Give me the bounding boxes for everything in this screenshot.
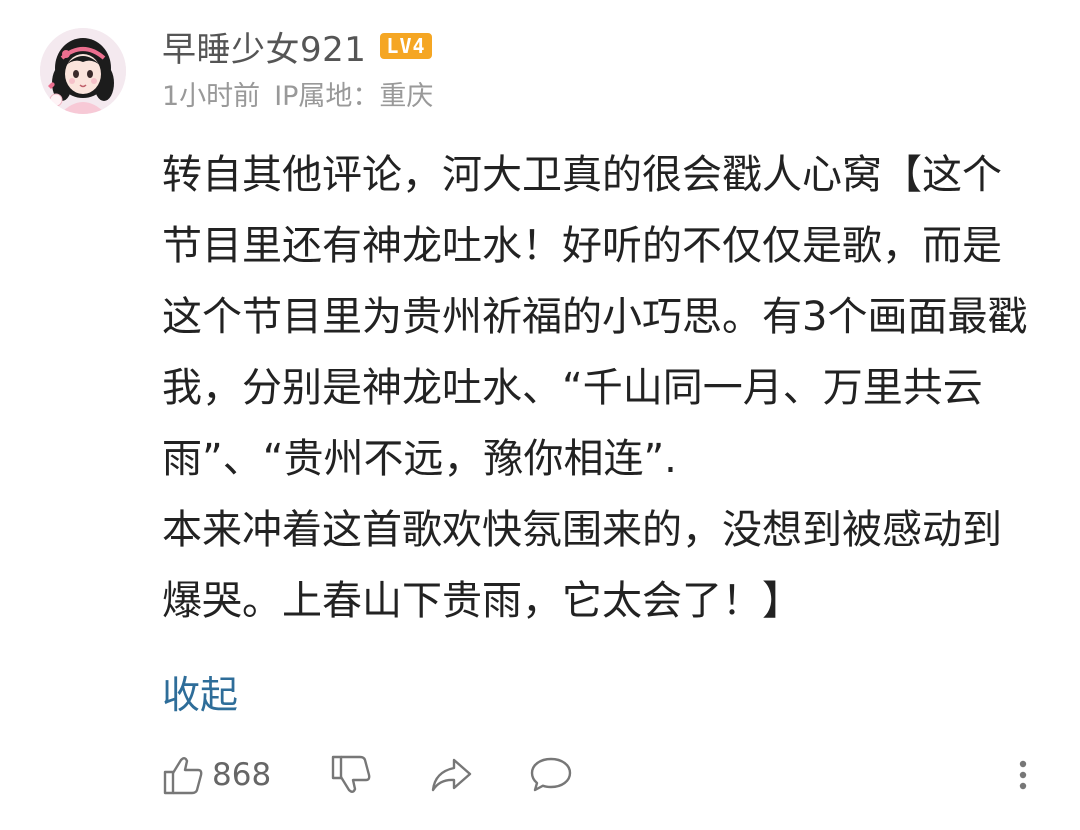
comment-header: 早睡少女921 LV4 1小时前 IP属地：重庆: [162, 24, 433, 113]
comment-body: 转自其他评论，河大卫真的很会戳人心窝【这个节目里还有神龙吐水！好听的不仅仅是歌，…: [162, 140, 1032, 637]
thumbs-up-icon: [163, 757, 203, 795]
reply-button[interactable]: [528, 748, 574, 802]
comment-paragraph: 本来冲着这首歌欢快氛围来的，没想到被感动到爆哭。上春山下贵雨，它太会了！】: [162, 507, 1002, 624]
comment-paragraph: 转自其他评论，河大卫真的很会戳人心窝【这个节目里还有神龙吐水！好听的不仅仅是歌，…: [162, 152, 1028, 482]
avatar[interactable]: [40, 28, 126, 114]
dislike-button[interactable]: [328, 748, 374, 802]
level-badge: LV4: [380, 33, 432, 59]
like-button[interactable]: 868: [160, 748, 271, 802]
action-bar: 868: [160, 748, 1040, 802]
vertical-ellipsis-icon: [1019, 760, 1027, 790]
username[interactable]: 早睡少女921: [162, 22, 366, 71]
comment-meta: 1小时前 IP属地：重庆: [162, 74, 433, 113]
share-button[interactable]: [428, 748, 474, 802]
speech-bubble-icon: [530, 757, 572, 792]
like-count: 868: [212, 757, 272, 793]
more-options-button[interactable]: [1008, 748, 1038, 802]
comment-card: 早睡少女921 LV4 1小时前 IP属地：重庆 转自其他评论，河大卫真的很会戳…: [0, 0, 1080, 830]
name-row: 早睡少女921 LV4: [162, 22, 433, 71]
collapse-link[interactable]: 收起: [162, 664, 238, 719]
post-time: 1小时前: [162, 81, 261, 112]
thumbs-down-icon: [331, 755, 371, 793]
ip-location: IP属地：重庆: [274, 81, 434, 112]
avatar-image: [40, 28, 126, 114]
share-arrow-icon: [431, 758, 472, 792]
